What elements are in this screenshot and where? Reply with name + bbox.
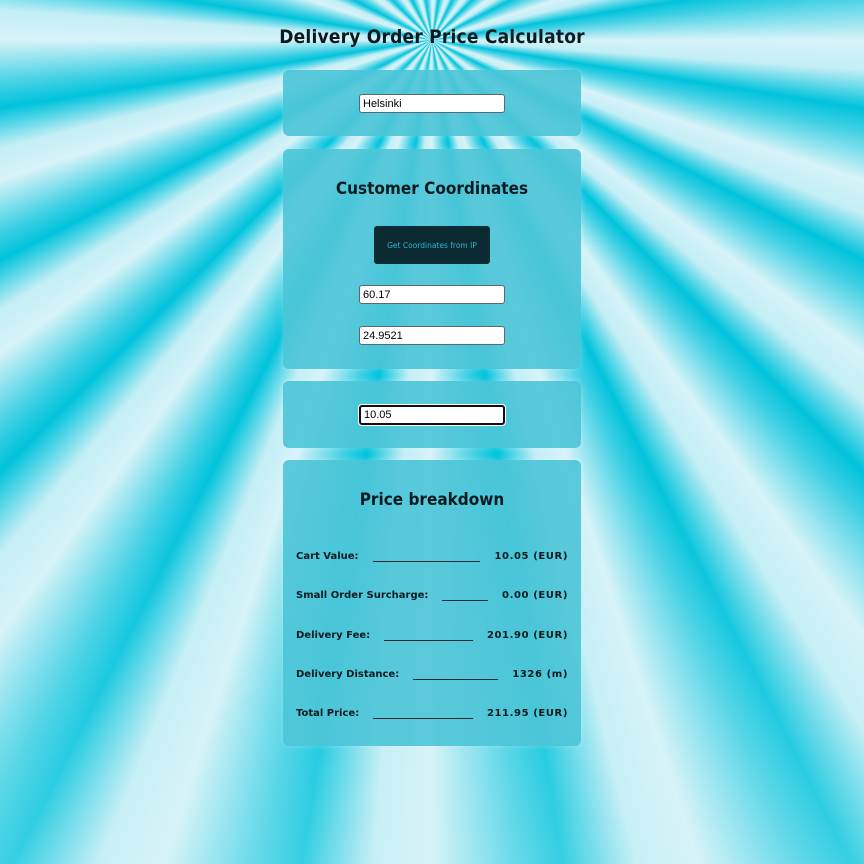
delivery-distance-row: Delivery Distance: 1326 (m) [296, 664, 568, 680]
small-order-surcharge-label: Small Order Surcharge: [296, 590, 429, 601]
small-order-surcharge-row: Small Order Surcharge: 0.00 (EUR) [296, 585, 568, 601]
divider-line [384, 630, 473, 641]
cart-value-row: Cart Value: 10.05 (EUR) [296, 546, 568, 562]
small-order-surcharge-amount: 0.00 (EUR) [502, 590, 568, 601]
latitude-input[interactable] [359, 285, 505, 304]
coordinates-card: Customer Coordinates Get Coordinates fro… [283, 149, 581, 369]
divider-line [373, 708, 473, 719]
cart-card [283, 381, 581, 448]
delivery-fee-label: Delivery Fee: [296, 630, 371, 641]
cart-value-amount: 10.05 (EUR) [494, 551, 568, 562]
longitude-input[interactable] [359, 326, 505, 345]
divider-line [372, 551, 481, 562]
delivery-fee-amount: 201.90 (EUR) [486, 630, 568, 641]
delivery-distance-amount: 1326 (m) [512, 669, 568, 680]
price-breakdown-card: Price breakdown Cart Value: 10.05 (EUR) … [283, 460, 581, 746]
cart-value-label: Cart Value: [296, 551, 359, 562]
page-title: Delivery Order Price Calculator [279, 26, 585, 48]
divider-line [442, 590, 489, 601]
delivery-distance-label: Delivery Distance: [296, 669, 400, 680]
price-breakdown-title: Price breakdown [359, 490, 505, 510]
get-coordinates-button[interactable]: Get Coordinates from IP [374, 226, 490, 264]
total-price-amount: 211.95 (EUR) [486, 708, 568, 719]
venue-card [283, 70, 581, 136]
divider-line [413, 669, 499, 680]
delivery-fee-row: Delivery Fee: 201.90 (EUR) [296, 625, 568, 641]
cart-value-input[interactable] [359, 405, 505, 425]
venue-input[interactable] [359, 94, 505, 113]
total-price-label: Total Price: [296, 708, 360, 719]
total-price-row: Total Price: 211.95 (EUR) [296, 703, 568, 719]
coordinates-title: Customer Coordinates [335, 179, 529, 199]
